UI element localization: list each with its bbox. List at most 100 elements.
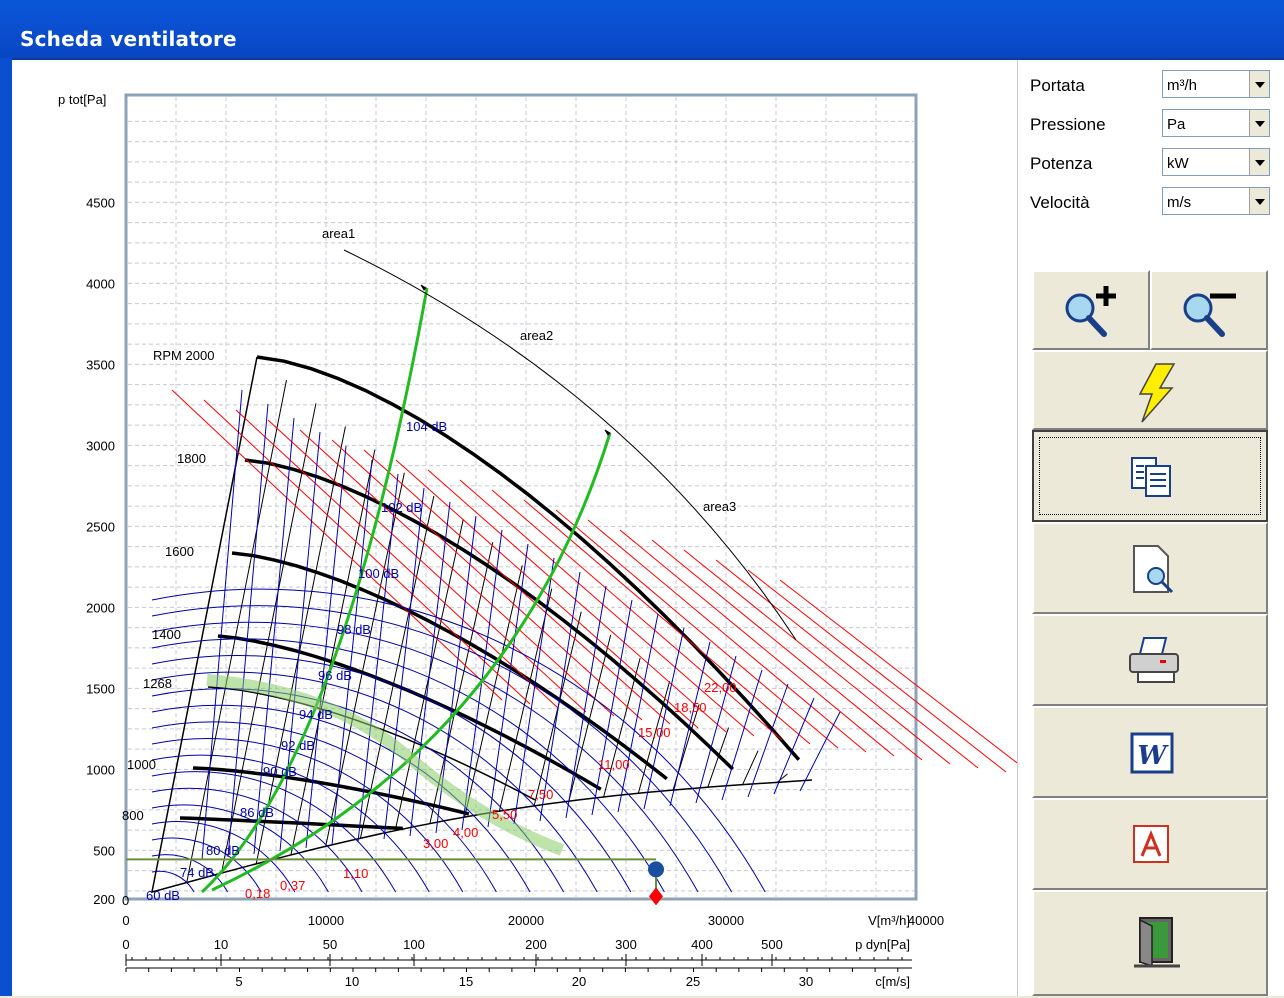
db-label: 90 dB [263,764,297,779]
control-panel: Portata m³/h Pressione Pa Potenza kW Vel… [1018,60,1284,996]
svg-text:W: W [1137,741,1169,771]
printer-icon [1129,637,1179,683]
power-unit-select[interactable]: kW [1162,148,1270,176]
unit-row-pressure: Pressione Pa [1030,109,1276,139]
zoom-out-icon [1183,293,1236,337]
velocity-unit-value: m/s [1167,194,1192,211]
rpm-label: 1000 [127,757,156,772]
db-label: 102 dB [381,500,422,515]
rpm-label: 1400 [152,627,181,642]
c-tick-label: 25 [686,974,700,989]
rpm-label: 1800 [177,451,206,466]
operating-point [648,861,664,878]
pdyn-tick-label: 400 [691,937,713,952]
export-pdf-button[interactable] [1032,798,1268,890]
y-tick-label: 2500 [86,519,115,534]
db-label: 96 dB [318,668,352,683]
print-preview-button[interactable] [1032,522,1268,614]
db-label: 98 dB [337,622,371,637]
fan-chart-panel: 4500 4000 3500 3000 2500 2000 1500 1000 500 200 p … [12,60,1018,996]
rpm-label: RPM 2000 [153,348,214,363]
unit-label-velocity: Velocità [1030,193,1090,212]
c-tick-label: 10 [345,974,359,989]
flow-unit-value: m³/h [1167,77,1197,94]
window-title: Scheda ventilatore [20,27,237,51]
area-label: area2 [520,328,553,343]
db-label: 86 dB [240,805,274,820]
fan-chart: 45004000350030002500200015001000500200p … [58,92,1017,989]
pressure-unit-value: Pa [1167,116,1186,133]
chevron-down-icon[interactable] [1249,149,1269,175]
db-label: 60 dB [146,888,180,903]
c-tick-label: 20 [572,974,586,989]
c-tick-label: 30 [799,974,813,989]
power-label: 18,50 [674,700,707,715]
unit-label-pressure: Pressione [1030,115,1106,134]
zoom-out-button[interactable] [1150,270,1268,350]
zoom-in-button[interactable] [1032,270,1150,350]
area-label: area3 [703,499,736,514]
area-label: area1 [322,226,355,241]
chevron-down-icon[interactable] [1249,71,1269,97]
y-tick-label: 2000 [86,600,115,615]
db-label: 74 dB [180,865,214,880]
copy-button[interactable] [1032,430,1268,522]
zoom-in-icon [1065,286,1116,337]
calculate-button[interactable] [1032,350,1268,430]
c-tick-label: 5 [235,974,242,989]
x-tick-label: 40000 [908,913,944,928]
pressure-unit-select[interactable]: Pa [1162,109,1270,137]
y-tick-label: 1000 [86,762,115,777]
power-label: 3,00 [423,836,448,851]
power-label: 0,37 [280,878,305,893]
title-bar: Scheda ventilatore [0,0,1284,60]
y-tick-label: 4500 [86,195,115,210]
power-label: 15,00 [638,725,671,740]
pdyn-tick-label: 50 [323,937,337,952]
velocity-unit-select[interactable]: m/s [1162,187,1270,215]
db-label: 92 dB [281,738,315,753]
flow-unit-select[interactable]: m³/h [1162,70,1270,98]
chevron-down-icon[interactable] [1249,188,1269,214]
power-label: 11,00 [598,757,630,772]
print-button[interactable] [1032,614,1268,706]
pdyn-tick-label: 300 [615,937,637,952]
print-preview-icon [1133,545,1174,594]
db-label: 100 dB [358,566,399,581]
y-tick-label: 500 [93,843,115,858]
unit-label-power: Potenza [1030,154,1093,173]
x-axis-label: V[m³/h] [868,913,910,928]
rpm-label: 0 [122,893,129,908]
db-label: 80 dB [206,843,240,858]
pdyn-tick-label: 0 [122,937,129,952]
lightning-icon [1138,363,1176,423]
power-label: 1,10 [343,866,368,881]
power-label: 22,00 [704,680,737,695]
x-tick-label: 10000 [308,913,344,928]
exit-button[interactable] [1032,890,1268,996]
db-label: 94 dB [299,707,333,722]
rpm-label: 1268 [143,676,172,691]
copy-document-icon [1131,457,1171,497]
x-tick-label: 30000 [708,913,744,928]
chevron-down-icon[interactable] [1249,110,1269,136]
unit-label-flow: Portata [1030,76,1085,95]
pdyn-tick-label: 10 [214,937,228,952]
power-unit-value: kW [1167,155,1189,172]
window-frame [0,58,12,996]
rpm-label: 800 [122,808,144,823]
pdyn-axis-label: p dyn[Pa] [855,937,910,952]
y-tick-label: 200 [93,892,115,907]
pdyn-tick-label: 100 [403,937,425,952]
y-tick-label: 3000 [86,438,115,453]
exit-door-icon [1134,917,1180,968]
y-tick-label: 1500 [86,681,115,696]
power-label: 7,50 [528,787,553,802]
y-axis-label: p tot[Pa] [58,92,106,107]
word-icon: W [1130,732,1174,774]
unit-row-flow: Portata m³/h [1030,70,1276,100]
unit-row-power: Potenza kW [1030,148,1276,178]
db-label: 104 dB [406,419,447,434]
c-axis-label: c[m/s] [875,974,910,989]
export-word-button[interactable]: W [1032,706,1268,798]
